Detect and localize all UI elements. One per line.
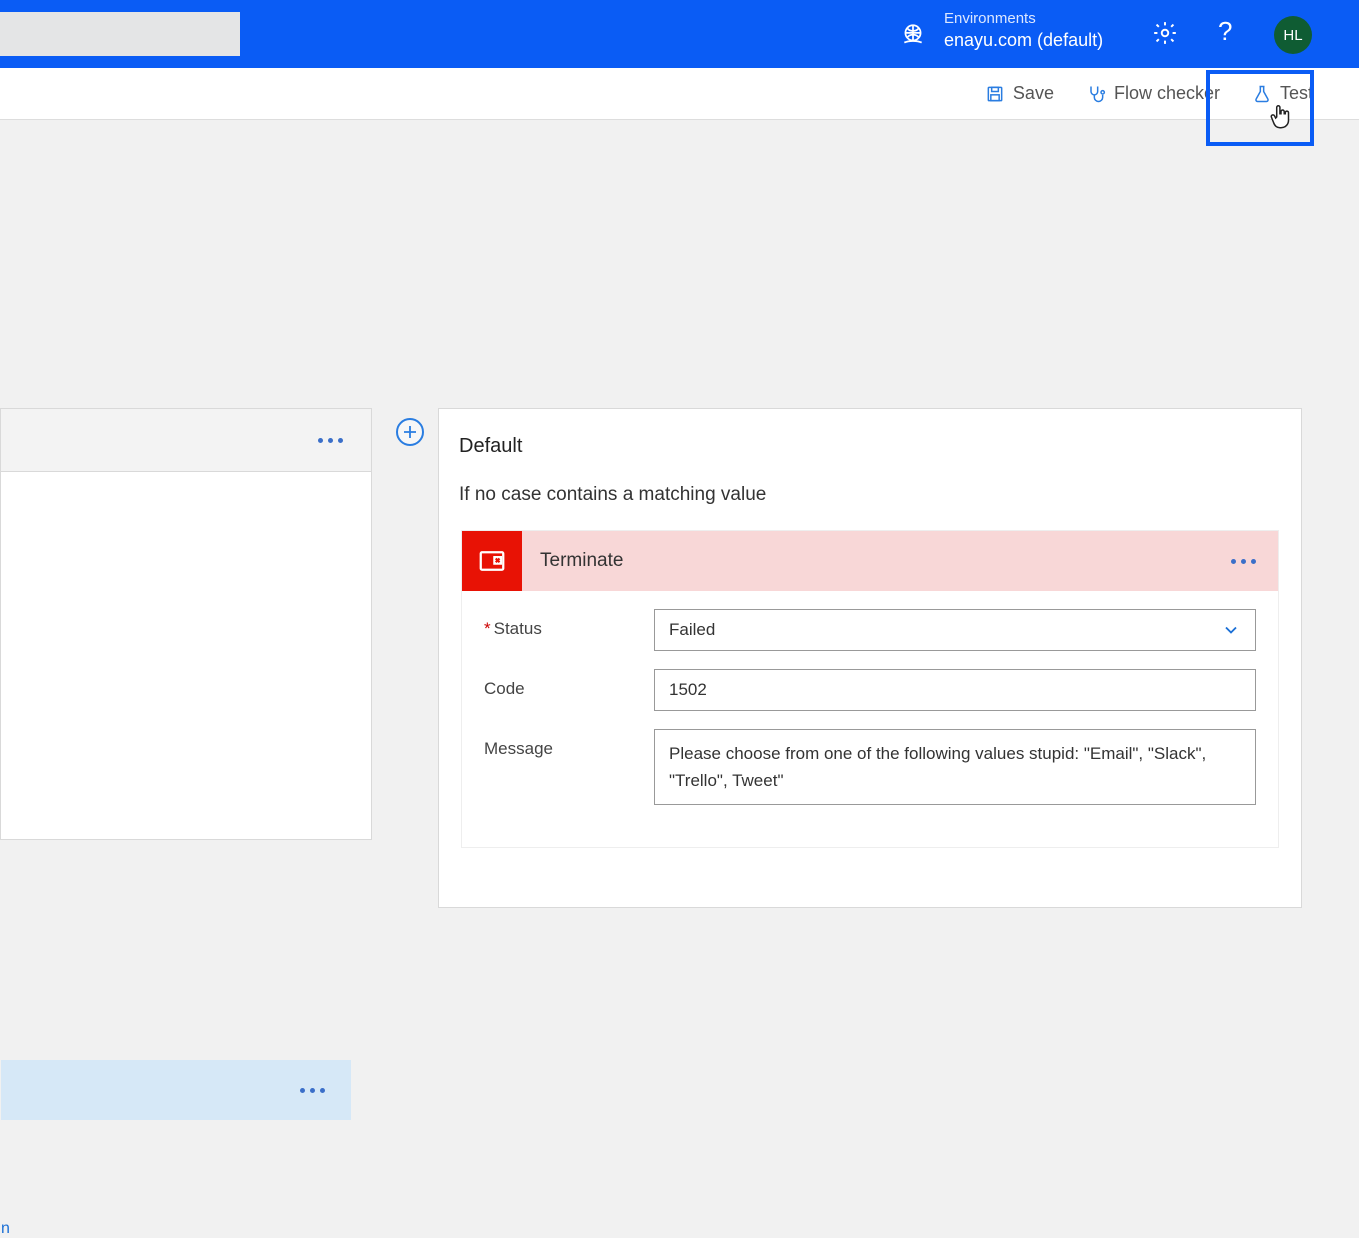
- more-icon[interactable]: [318, 438, 343, 443]
- search-input[interactable]: [0, 12, 240, 56]
- gear-icon[interactable]: [1152, 20, 1178, 46]
- help-icon[interactable]: ?: [1218, 16, 1232, 47]
- case-card-header[interactable]: [0, 408, 372, 472]
- environment-name[interactable]: enayu.com (default): [944, 30, 1103, 51]
- message-label: Message: [484, 729, 654, 759]
- save-icon: [985, 84, 1005, 104]
- terminate-title: Terminate: [522, 550, 1231, 572]
- terminate-action: Terminate *Status Failed Code Message Pl…: [461, 530, 1279, 848]
- test-button[interactable]: Test: [1246, 79, 1319, 108]
- status-label: *Status: [484, 609, 654, 639]
- code-label: Code: [484, 669, 654, 699]
- case-card-body: n: [0, 472, 372, 840]
- code-input[interactable]: [654, 669, 1256, 711]
- terminate-header[interactable]: Terminate: [462, 531, 1278, 591]
- add-action-link[interactable]: n: [1, 1220, 10, 1238]
- chevron-down-icon: [1221, 620, 1241, 640]
- action-toolbar: Save Flow checker Test: [0, 68, 1359, 120]
- status-value: Failed: [669, 620, 715, 640]
- more-icon[interactable]: [1231, 559, 1278, 564]
- status-select[interactable]: Failed: [654, 609, 1256, 651]
- save-button[interactable]: Save: [979, 79, 1060, 108]
- top-bar: Environments enayu.com (default) ? HL: [0, 0, 1359, 68]
- environment-icon: [900, 22, 926, 48]
- terminate-body: *Status Failed Code Message Please choos…: [462, 591, 1278, 847]
- flow-checker-button[interactable]: Flow checker: [1080, 79, 1226, 108]
- default-subtitle: If no case contains a matching value: [439, 468, 1301, 530]
- stethoscope-icon: [1086, 84, 1106, 104]
- default-title: Default: [439, 409, 1301, 468]
- flask-icon: [1252, 84, 1272, 104]
- environments-label: Environments: [944, 10, 1036, 27]
- avatar[interactable]: HL: [1274, 16, 1312, 54]
- case-action-row[interactable]: [1, 1060, 351, 1120]
- add-case-button[interactable]: [396, 418, 424, 446]
- save-label: Save: [1013, 83, 1054, 104]
- terminate-icon: [462, 531, 522, 591]
- more-icon[interactable]: [300, 1088, 325, 1093]
- message-input[interactable]: Please choose from one of the following …: [654, 729, 1256, 805]
- default-case-card: Default If no case contains a matching v…: [438, 408, 1302, 908]
- flow-checker-label: Flow checker: [1114, 83, 1220, 104]
- test-label: Test: [1280, 83, 1313, 104]
